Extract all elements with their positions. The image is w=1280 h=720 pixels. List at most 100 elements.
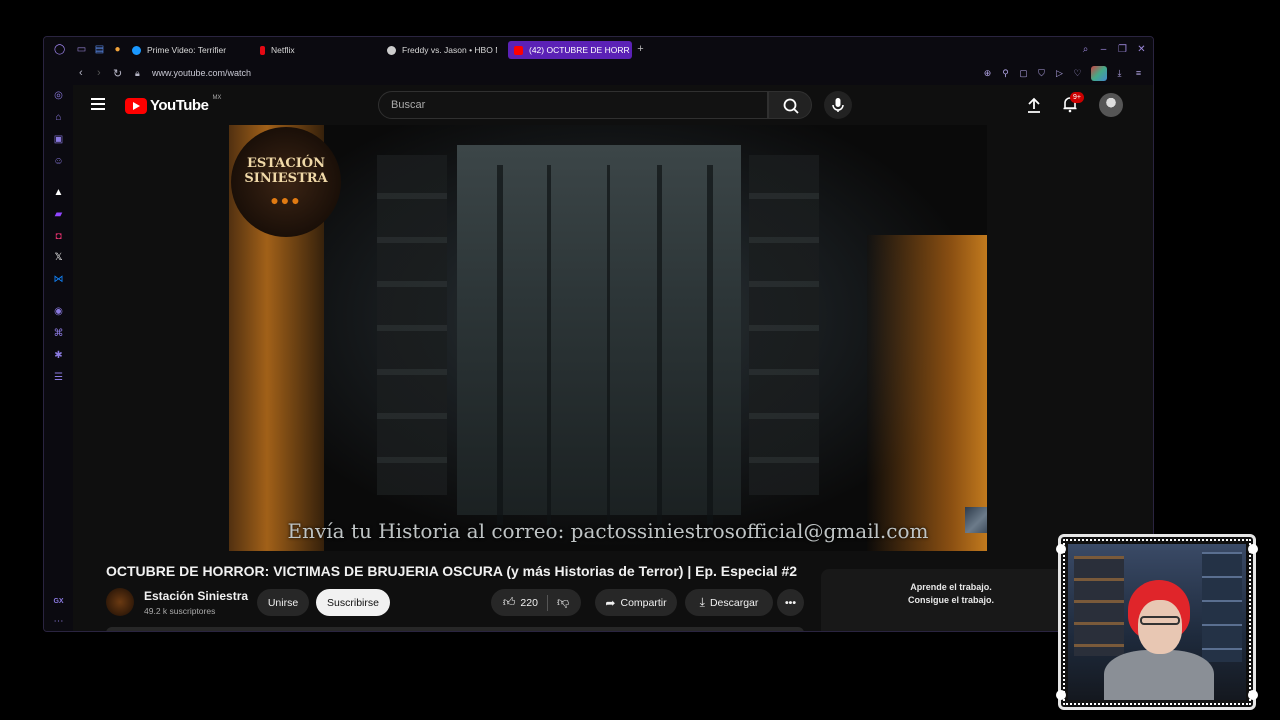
heart-icon[interactable]: ♡ — [1072, 68, 1083, 79]
like-dislike-group: 👍︎ 220 👎︎ — [491, 589, 581, 616]
menu-icon[interactable]: ≡ — [1133, 68, 1144, 79]
history-icon[interactable]: ⌘ — [52, 327, 65, 340]
user-avatar[interactable] — [1099, 93, 1123, 117]
tree — [657, 165, 662, 525]
webcam-feed — [1068, 544, 1246, 700]
snapshot-icon[interactable]: ▢ — [1018, 68, 1029, 79]
settings-icon[interactable]: ☰ — [52, 371, 65, 384]
minimize-icon[interactable]: – — [1098, 44, 1109, 55]
country-code: MX — [212, 94, 222, 101]
end-screen-thumbnail[interactable] — [965, 507, 987, 533]
search-button[interactable] — [768, 91, 812, 119]
video-frame-shutter — [377, 155, 447, 495]
twitch-icon[interactable]: ▰ — [52, 208, 65, 221]
notification-badge: 9+ — [1070, 92, 1084, 103]
youtube-header: YouTube MX Buscar 9+ — [73, 85, 1153, 125]
prime-video-icon — [132, 45, 141, 55]
person-hoodie — [1104, 650, 1214, 700]
share-label: Compartir — [620, 596, 667, 609]
frame-ornament — [1056, 544, 1066, 554]
frame-ornament — [1248, 544, 1258, 554]
tab-hbo-max[interactable]: Freddy vs. Jason • HBO M — [387, 41, 497, 59]
pin-icon[interactable]: ⚲ — [1000, 68, 1011, 79]
like-icon[interactable]: 👍︎ — [503, 595, 516, 610]
create-upload-button[interactable] — [1025, 96, 1043, 114]
downloads-icon[interactable]: ⤓ — [1114, 68, 1125, 79]
tab-prime-video[interactable]: Prime Video: Terrifier — [132, 41, 272, 59]
video-frame-forest-window — [457, 145, 741, 525]
person-face — [1138, 600, 1182, 654]
youtube-page: YouTube MX Buscar 9+ ESTACIÓN SINIESTRA … — [73, 85, 1153, 631]
emoji-icon[interactable]: ● — [112, 44, 123, 55]
channel-watermark: ESTACIÓN SINIESTRA ●●● — [231, 127, 341, 237]
tab-label: (42) OCTUBRE DE HORR — [529, 45, 630, 55]
video-player[interactable]: ESTACIÓN SINIESTRA ●●● Envía tu Historia… — [229, 125, 987, 551]
channel-name[interactable]: Estación Siniestra — [144, 589, 248, 603]
more-sidebar-icon[interactable]: ⋯ — [52, 615, 65, 628]
shield-icon[interactable]: ⛉ — [1036, 68, 1047, 79]
share-button[interactable]: ➦ Compartir — [595, 589, 677, 616]
person-glasses — [1140, 616, 1180, 625]
pumpkins-icon: ●●● — [270, 192, 302, 208]
youtube-logo[interactable]: YouTube MX — [125, 94, 222, 114]
x-twitter-icon[interactable]: 𝕏 — [52, 251, 65, 264]
player-sidebar-icon[interactable]: ◉ — [52, 305, 65, 318]
back-icon[interactable]: ‹ — [79, 67, 83, 79]
tab-label: Netflix — [271, 45, 295, 55]
youtube-wordmark: YouTube — [150, 97, 209, 114]
instagram-icon[interactable]: ◘ — [52, 230, 65, 243]
hbo-icon — [387, 45, 396, 55]
subscribe-button[interactable]: Suscribirse — [316, 589, 390, 616]
webcam-overlay — [1056, 534, 1258, 710]
lock-icon: 🔒︎ — [135, 68, 140, 78]
background-shelf — [1202, 552, 1242, 662]
search-tabs-icon[interactable]: ⌕ — [1080, 44, 1091, 55]
url-field[interactable]: www.youtube.com/watch — [152, 68, 251, 78]
video-title: OCTUBRE DE HORROR: VICTIMAS DE BRUJERIA … — [106, 563, 798, 579]
divider — [546, 594, 548, 611]
gamepad-icon[interactable]: ▭ — [76, 44, 87, 55]
description-box[interactable] — [106, 627, 804, 631]
ad-line1: Aprende el trabajo. — [910, 582, 992, 592]
gx-control-icon[interactable]: ◎ — [52, 89, 65, 102]
tree — [707, 165, 713, 525]
docs-icon[interactable]: ▤ — [94, 44, 105, 55]
more-actions-button[interactable]: ••• — [777, 589, 804, 616]
dislike-icon[interactable]: 👎︎ — [557, 595, 569, 610]
instagram-alt-icon[interactable]: ▲ — [52, 186, 65, 199]
browser-sidebar: ◎ ⌂ ▣ ☺ ▲ ▰ ◘ 𝕏 ⋈ ◉ ⌘ ✱ ☰ GX ⋯ — [44, 85, 73, 631]
search-icon — [783, 98, 799, 114]
channel-avatar[interactable] — [106, 588, 134, 616]
frame-ornament — [1056, 690, 1066, 700]
tab-label: Freddy vs. Jason • HBO M — [402, 45, 497, 55]
tab-netflix[interactable]: Netflix — [260, 41, 370, 59]
like-count[interactable]: 220 — [520, 597, 538, 609]
join-button[interactable]: Unirse — [257, 589, 309, 616]
hamburger-menu-icon[interactable] — [91, 98, 105, 110]
close-icon[interactable]: ✕ — [1136, 44, 1147, 55]
voice-search-button[interactable] — [824, 91, 852, 119]
player-icon[interactable]: ▷ — [1054, 68, 1065, 79]
background-shelf — [1074, 556, 1124, 656]
profile-icon[interactable] — [1091, 66, 1107, 81]
tab-youtube-active[interactable]: (42) OCTUBRE DE HORR — [508, 41, 632, 59]
video-caption-text: Envía tu Historia al correo: pactossinie… — [287, 519, 929, 543]
search-input[interactable]: Buscar — [378, 91, 768, 119]
discord-icon[interactable]: ☺ — [52, 155, 65, 168]
tree — [607, 165, 610, 525]
bluesky-icon[interactable]: ⋈ — [52, 273, 65, 286]
new-tab-button[interactable]: + — [635, 44, 646, 55]
extensions-icon[interactable]: ✱ — [52, 349, 65, 362]
forward-icon[interactable]: › — [97, 67, 101, 79]
subscriber-count: 49.2 k suscriptores — [144, 606, 216, 616]
gx-label[interactable]: GX — [52, 595, 65, 608]
zoom-icon[interactable]: ⊕ — [982, 68, 993, 79]
download-button[interactable]: ⤓ Descargar — [685, 589, 773, 616]
opera-logo-icon[interactable]: ◯ — [54, 44, 65, 55]
gx-corner-icon[interactable]: ⌂ — [52, 111, 65, 124]
chat-icon[interactable]: ▣ — [52, 133, 65, 146]
reload-icon[interactable]: ↻ — [113, 67, 122, 80]
maximize-icon[interactable]: ❐ — [1117, 44, 1128, 55]
browser-window: ◯ ▭ ▤ ● Prime Video: Terrifier Netflix F… — [43, 36, 1154, 632]
download-label: Descargar — [709, 596, 759, 609]
